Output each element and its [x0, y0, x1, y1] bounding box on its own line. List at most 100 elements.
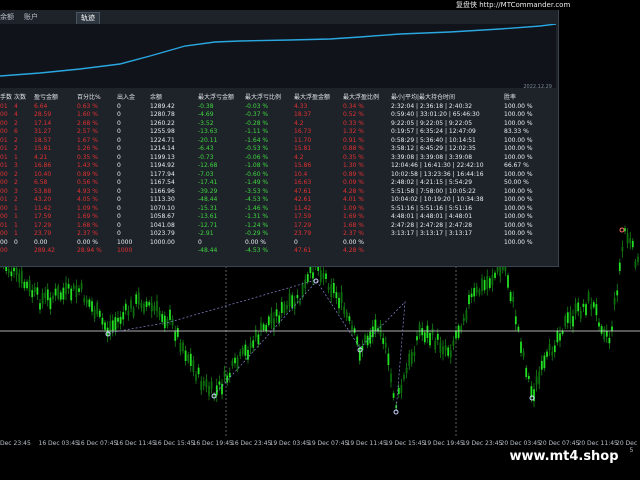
- tab-account[interactable]: 账户: [24, 12, 38, 23]
- candle-body: [28, 280, 31, 292]
- cell-cash-flow: 0: [117, 119, 121, 127]
- cell-count: 2: [14, 179, 18, 186]
- cell-win-rate: [504, 247, 540, 256]
- table-row: 01 3 16.86 1.43 % 0 1194.92 -12.68 -1.08 % 15.86…: [0, 162, 540, 171]
- time-axis-label: 16 Dec 07:45: [77, 440, 118, 447]
- cell-cash-flow: 0: [117, 230, 121, 237]
- col-header-win-rate[interactable]: 胜率: [504, 94, 540, 103]
- candle-body: [15, 267, 18, 276]
- cell-cash-flow: 1000: [117, 238, 133, 246]
- col-header-max-float-loss-pct[interactable]: 最大浮亏比例: [245, 94, 294, 103]
- cell-lots: 00: [0, 247, 8, 254]
- candle-body: [543, 355, 546, 369]
- cell-max-float-loss-pct: -1.11 %: [245, 128, 269, 135]
- col-header-pnl[interactable]: 盈亏金额: [34, 94, 77, 103]
- cell-lots: 01: [0, 102, 8, 110]
- candle-body: [595, 304, 598, 316]
- cell-max-float-profit-pct: 0.52 %: [343, 111, 364, 118]
- cell-max-float-profit: 4.33: [294, 102, 308, 110]
- cell-win-rate: 100.00 %: [504, 145, 533, 152]
- cell-cash-flow: 0: [117, 102, 121, 110]
- candle-body: [400, 384, 403, 393]
- cell-balance: 1214.14: [150, 145, 175, 152]
- cell-max-float-profit: 16.63: [294, 179, 312, 186]
- cell-win-rate: 50.00 %: [504, 179, 529, 186]
- cell-lots: 00: [0, 230, 8, 237]
- candle-body: [486, 276, 489, 289]
- tab-balance[interactable]: 余额: [0, 12, 14, 23]
- col-header-max-float-profit[interactable]: 最大浮盈金额: [294, 94, 343, 103]
- cell-lots: 00: [0, 213, 8, 220]
- brand-link[interactable]: 复盘侠 http://MTCommander.com: [456, 0, 570, 10]
- cell-cash-flow: 0: [117, 204, 121, 212]
- candle-body: [351, 325, 353, 330]
- candle-body: [80, 282, 83, 290]
- time-axis-label: 19 Dec 03:45: [269, 440, 310, 447]
- candle-body: [278, 315, 281, 323]
- trade-statistics-table: 手数 次数 盈亏金额 百分比% 出入金 余额 最大浮亏金额 最大浮亏比例 最大浮盈金额 最大浮盈比…: [0, 94, 540, 256]
- col-header-max-float-loss[interactable]: 最大浮亏金额: [198, 94, 245, 103]
- col-header-cash-flow[interactable]: 出入金: [117, 94, 150, 103]
- col-header-max-float-profit-pct[interactable]: 最大浮盈比例: [343, 94, 391, 103]
- cell-max-float-profit-pct: 1.69 %: [343, 213, 364, 220]
- cell-count: 3: [14, 162, 18, 169]
- cell-balance: 1058.67: [150, 213, 175, 220]
- candle-body: [158, 310, 161, 317]
- cell-cash-flow: 1000: [117, 247, 133, 254]
- cell-balance: 1194.92: [150, 162, 175, 169]
- candle-body: [101, 317, 104, 325]
- candle-body: [41, 292, 44, 305]
- trade-line-1: [107, 279, 361, 349]
- cell-pnl: 16.86: [34, 162, 52, 169]
- candle-body: [189, 353, 192, 367]
- candle-body: [208, 386, 210, 396]
- candle-body: [514, 316, 517, 325]
- equity-curve-chart: [0, 23, 557, 88]
- cell-pnl: 4.21: [34, 153, 48, 161]
- candle-body: [267, 316, 270, 326]
- cell-max-float-loss: 0: [198, 238, 202, 246]
- col-header-balance[interactable]: 余额: [150, 94, 198, 103]
- cell-max-float-profit-pct: 4.28 %: [343, 187, 364, 195]
- cell-max-float-loss-pct: -0.28 %: [245, 119, 269, 127]
- cell-max-float-loss-pct: -1.49 %: [245, 179, 269, 186]
- col-header-lots[interactable]: 手数: [0, 94, 14, 103]
- cell-count: 2: [14, 145, 18, 152]
- candle-body: [332, 282, 335, 294]
- candle-body: [137, 292, 140, 305]
- cell-hold-time: 3:58:12 | 6:45:29 | 12:02:35: [391, 145, 476, 152]
- candle-body: [72, 285, 75, 289]
- cell-cash-flow: 0: [117, 221, 121, 229]
- cell-pnl: 28.59: [34, 111, 52, 118]
- candle-body: [239, 351, 242, 357]
- candle-body: [426, 325, 429, 338]
- candle-body: [226, 375, 229, 383]
- candle-body: [626, 233, 629, 244]
- col-header-count[interactable]: 次数: [14, 94, 34, 103]
- col-header-hold-time[interactable]: 最小|平均|最大持仓时间: [391, 94, 504, 103]
- candle-body: [111, 320, 114, 331]
- cell-balance: 1023.79: [150, 230, 175, 237]
- candle-body: [384, 342, 387, 348]
- cell-balance: 1000.00: [150, 238, 175, 246]
- cell-max-float-profit: 15.81: [294, 145, 312, 152]
- candle-body: [153, 305, 156, 311]
- candle-body: [304, 279, 307, 289]
- candle-body: [280, 302, 283, 313]
- candle-body: [296, 295, 299, 299]
- candle-body: [286, 305, 288, 309]
- cell-balance: 1166.96: [150, 187, 175, 195]
- cell-max-float-profit-pct: 1.30 %: [343, 162, 364, 169]
- cell-lots: 00: [0, 204, 8, 212]
- candle-body: [410, 351, 413, 364]
- candle-body: [202, 381, 205, 386]
- table-row: 00 1 23.79 2.37 % 0 1023.79 -2.91 -0.29 % 23.79 2…: [0, 230, 540, 239]
- col-header-pnl-pct[interactable]: 百分比%: [77, 94, 117, 103]
- candle-body: [148, 302, 151, 306]
- cell-cash-flow: 0: [117, 196, 121, 203]
- cell-hold-time: 10:04:02 | 10:19:20 | 10:34:38: [391, 196, 484, 203]
- cell-hold-time: 3:13:17 | 3:13:17 | 3:13:17: [391, 230, 473, 237]
- cell-count: 0: [14, 238, 18, 246]
- cell-hold-time: 4:48:01 | 4:48:01 | 4:48:01: [391, 213, 473, 220]
- candle-body: [322, 273, 325, 280]
